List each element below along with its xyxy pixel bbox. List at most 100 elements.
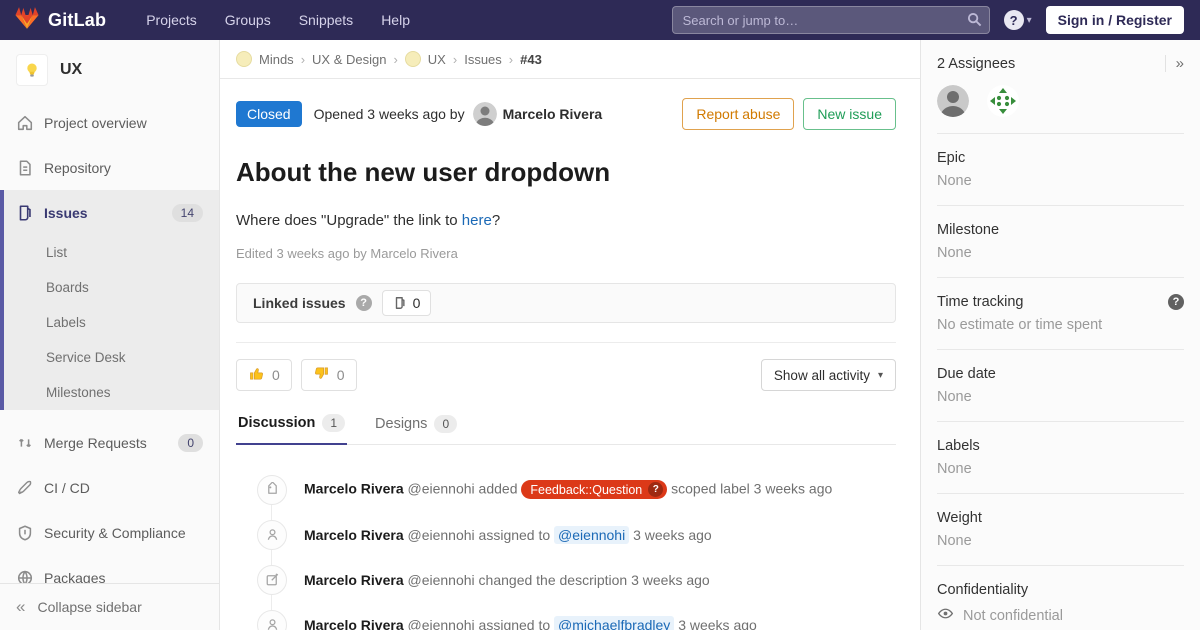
search-icon[interactable]	[967, 12, 982, 32]
author-avatar[interactable]	[473, 102, 497, 126]
sidebar-item-label: Security & Compliance	[44, 525, 186, 541]
author-name[interactable]: Marcelo Rivera	[503, 106, 603, 122]
sidebar-section-weight[interactable]: Weight None	[937, 493, 1184, 549]
nav-link-groups[interactable]: Groups	[213, 6, 283, 34]
collapse-sidebar-button[interactable]: « Collapse sidebar	[0, 583, 219, 630]
eye-icon	[937, 605, 954, 626]
assignee-avatar-identicon[interactable]	[987, 85, 1019, 117]
linked-issues-section: Linked issues ? 0	[236, 283, 896, 323]
sidebar-section-milestone[interactable]: Milestone None	[937, 205, 1184, 261]
note-handle: @eiennohi	[408, 572, 475, 588]
note-author[interactable]: Marcelo Rivera	[304, 572, 404, 588]
sidebar-item-merge-requests[interactable]: Merge Requests 0	[0, 420, 219, 465]
tab-discussion[interactable]: Discussion 1	[236, 408, 347, 445]
note-timestamp: 3 weeks ago	[754, 481, 833, 497]
note-action: added	[479, 481, 518, 497]
search-input[interactable]	[672, 6, 990, 34]
scoped-label-feedback-question[interactable]: Feedback::Question ?	[521, 480, 667, 499]
pencil-icon	[257, 565, 287, 595]
chevron-down-icon: ▾	[878, 370, 883, 381]
assignee-avatar-photo[interactable]	[937, 85, 969, 117]
discussion-timeline: Marcelo Rivera @eiennohi added Feedback:…	[236, 467, 896, 630]
project-sidebar: UX Project overview Repository	[0, 40, 220, 630]
question-mark-icon: ?	[1004, 10, 1024, 30]
section-title: Labels	[937, 438, 1184, 454]
issue-description: Where does "Upgrade" the link to here?	[236, 212, 896, 229]
sidebar-item-label: Merge Requests	[44, 435, 147, 451]
note-author[interactable]: Marcelo Rivera	[304, 617, 404, 630]
sign-in-button[interactable]: Sign in / Register	[1046, 6, 1184, 34]
sidebar-item-security-compliance[interactable]: Security & Compliance	[0, 510, 219, 555]
group-avatar	[236, 51, 252, 67]
sidebar-item-issues[interactable]: Issues 14	[4, 190, 219, 235]
tab-designs[interactable]: Designs 0	[373, 408, 459, 444]
breadcrumb-separator: ›	[301, 52, 305, 67]
note-suffix: scoped label	[671, 481, 750, 497]
activity-filter-dropdown[interactable]: Show all activity ▾	[761, 359, 896, 391]
note-author[interactable]: Marcelo Rivera	[304, 481, 404, 497]
section-value: None	[937, 533, 1184, 549]
note-author[interactable]: Marcelo Rivera	[304, 527, 404, 543]
mention-michaelfbradley[interactable]: @michaelfbradley	[554, 616, 674, 630]
user-icon	[257, 610, 287, 630]
shield-icon	[16, 524, 34, 542]
home-icon	[16, 114, 34, 132]
breadcrumb-issue-number: #43	[520, 52, 542, 67]
sidebar-item-milestones[interactable]: Milestones	[4, 375, 219, 410]
sidebar-item-service-desk[interactable]: Service Desk	[4, 340, 219, 375]
sidebar-item-project-overview[interactable]: Project overview	[0, 100, 219, 145]
thumbs-down-button[interactable]: 0	[301, 359, 357, 391]
nav-link-help[interactable]: Help	[369, 6, 422, 34]
breadcrumb-ux-design[interactable]: UX & Design	[312, 52, 386, 67]
sidebar-section-epic[interactable]: Epic None	[937, 133, 1184, 189]
status-badge-closed: Closed	[236, 101, 302, 127]
merge-request-icon	[16, 434, 34, 452]
project-context[interactable]: UX	[0, 40, 219, 100]
label-icon	[257, 475, 287, 505]
sidebar-item-boards[interactable]: Boards	[4, 270, 219, 305]
note-timestamp: 3 weeks ago	[631, 572, 710, 588]
system-note-assigned: Marcelo Rivera @eiennohi assigned to @mi…	[257, 602, 896, 630]
sidebar-item-repository[interactable]: Repository	[0, 145, 219, 190]
note-handle: @eiennohi	[408, 527, 475, 543]
here-link[interactable]: here	[462, 212, 492, 229]
sidebar-item-label: Repository	[44, 160, 111, 176]
project-avatar-lightbulb-icon	[16, 54, 48, 86]
section-value: No estimate or time spent	[937, 317, 1184, 333]
nav-link-projects[interactable]: Projects	[134, 6, 209, 34]
section-divider	[236, 342, 896, 343]
gitlab-logo[interactable]: GitLab	[0, 6, 116, 35]
system-note-assigned: Marcelo Rivera @eiennohi assigned to @ei…	[257, 512, 896, 557]
linked-issues-count-button[interactable]: 0	[382, 290, 432, 316]
note-handle: @eiennohi	[408, 481, 475, 497]
new-issue-button[interactable]: New issue	[803, 98, 896, 130]
mention-eiennohi[interactable]: @eiennohi	[554, 526, 629, 544]
thumbs-up-button[interactable]: 0	[236, 359, 292, 391]
assignees-title: 2 Assignees	[937, 56, 1015, 72]
sidebar-item-list[interactable]: List	[4, 235, 219, 270]
nav-link-snippets[interactable]: Snippets	[287, 6, 365, 34]
note-action: changed the description	[479, 572, 628, 588]
help-menu[interactable]: ? ▾	[1004, 10, 1032, 30]
linked-issues-help-icon[interactable]: ?	[356, 295, 372, 311]
mr-count-badge: 0	[178, 434, 203, 452]
thumbs-down-count: 0	[337, 367, 345, 383]
note-timestamp: 3 weeks ago	[678, 617, 757, 630]
section-value: Not confidential	[963, 608, 1063, 624]
collapse-right-sidebar-icon[interactable]: »	[1165, 55, 1184, 72]
sidebar-item-ci-cd[interactable]: CI / CD	[0, 465, 219, 510]
breadcrumb-ux[interactable]: UX	[428, 52, 446, 67]
sidebar-section-time-tracking[interactable]: Time tracking ? No estimate or time spen…	[937, 277, 1184, 333]
time-tracking-help-icon[interactable]: ?	[1168, 294, 1184, 310]
document-icon	[16, 159, 34, 177]
project-avatar-small	[405, 51, 421, 67]
breadcrumb-minds[interactable]: Minds	[259, 52, 294, 67]
sidebar-section-confidentiality[interactable]: Confidentiality Not confidential	[937, 565, 1184, 626]
report-abuse-button[interactable]: Report abuse	[682, 98, 794, 130]
sidebar-section-labels[interactable]: Labels None	[937, 421, 1184, 477]
sidebar-item-labels[interactable]: Labels	[4, 305, 219, 340]
linked-issues-title: Linked issues	[253, 295, 346, 311]
breadcrumb-issues[interactable]: Issues	[464, 52, 502, 67]
sidebar-section-due-date[interactable]: Due date None	[937, 349, 1184, 405]
double-chevron-left-icon: «	[16, 597, 25, 617]
